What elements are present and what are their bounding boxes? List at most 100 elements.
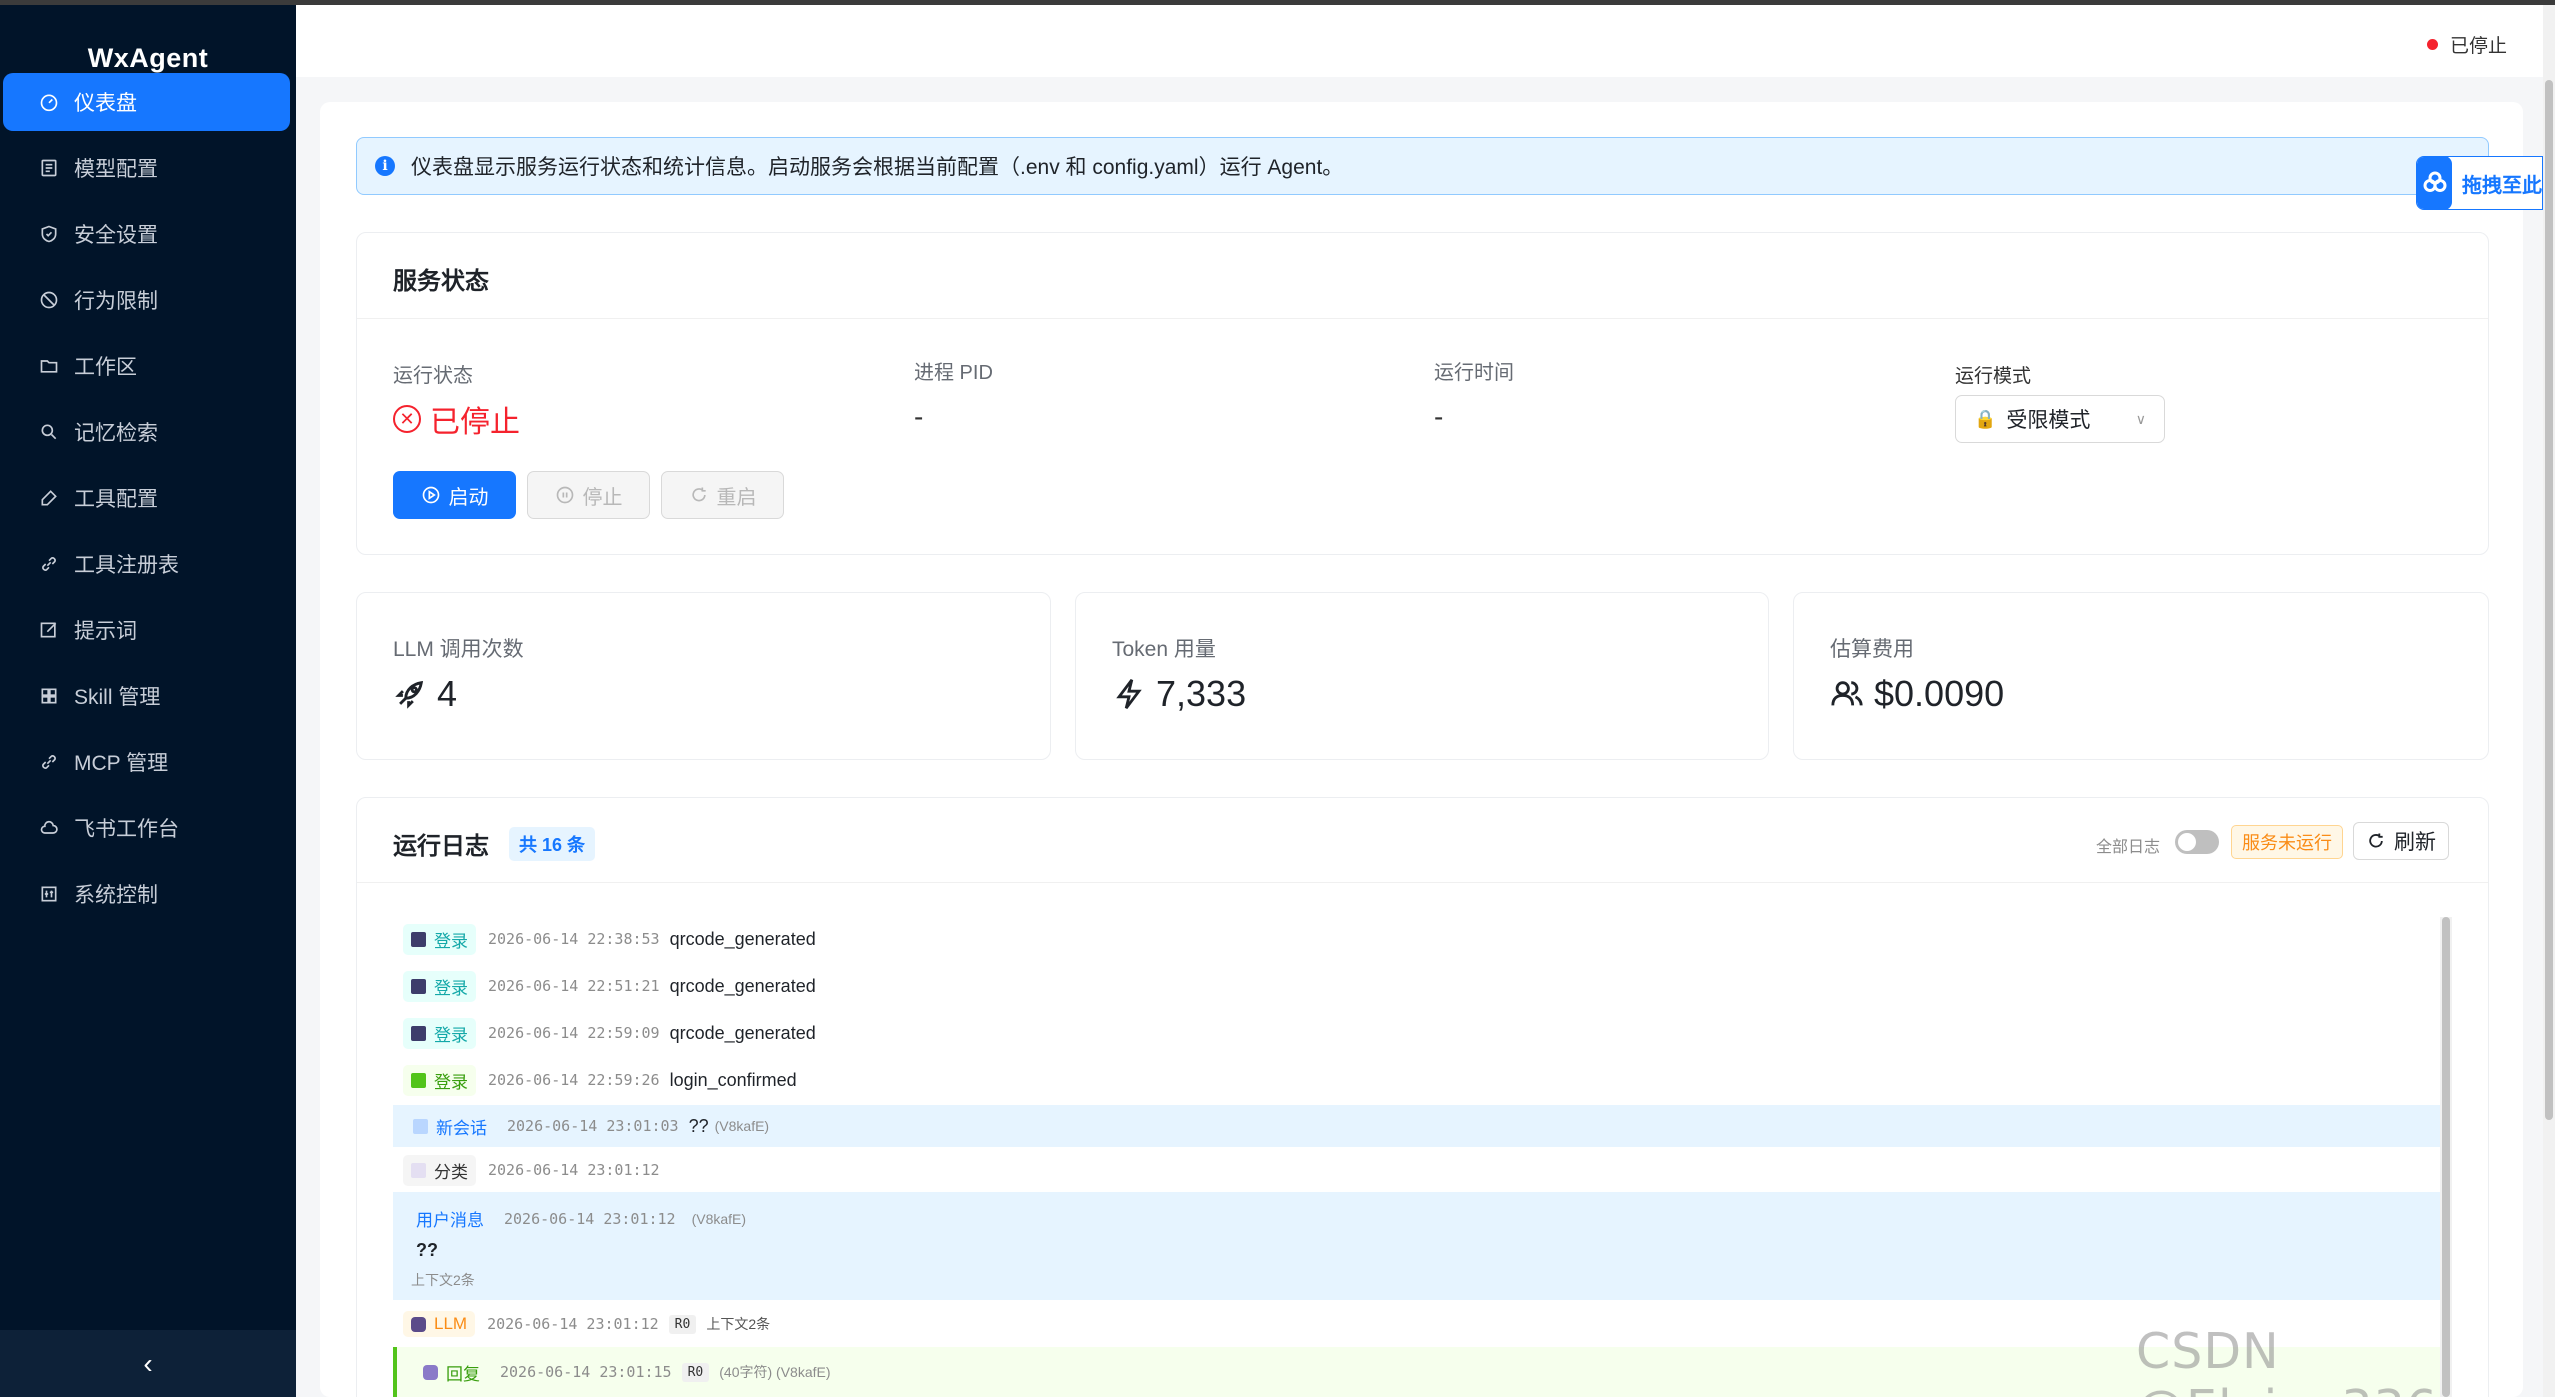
sidebar-collapse-button[interactable]: ‹ — [0, 1330, 296, 1397]
log-tag: 登录 — [403, 1064, 476, 1096]
log-count-badge: 共 16 条 — [509, 827, 596, 861]
log-timestamp: 2026-06-14 22:38:53 — [488, 930, 660, 948]
sidebar-item-label: 提示词 — [74, 620, 137, 643]
chevron-down-icon: ∨ — [2135, 410, 2146, 427]
uptime-label: 运行时间 — [1434, 362, 1514, 384]
sidebar-item-prompts[interactable]: 提示词 — [3, 601, 290, 659]
log-event: login_confirmed — [669, 1069, 797, 1090]
log-row: 新会话 2026-06-14 23:01:03 ?? (V8kafE) — [393, 1105, 2440, 1147]
log-timestamp: 2026-06-14 22:51:21 — [488, 977, 660, 995]
log-tag-text: LLM — [434, 1314, 468, 1333]
sidebar-item-dashboard[interactable]: 仪表盘 — [3, 73, 290, 131]
sidebar-item-label: 行为限制 — [74, 290, 158, 313]
sidebar-item-memory[interactable]: 记忆检索 — [3, 403, 290, 461]
metric-card-llm-calls: LLM 调用次数 4 — [356, 592, 1051, 760]
sidebar-item-limits[interactable]: 行为限制 — [3, 271, 290, 329]
log-tag-text: 登录 — [434, 931, 468, 951]
edit-icon — [38, 619, 60, 641]
sidebar-item-label: MCP 管理 — [74, 752, 169, 775]
sidebar-item-feishu[interactable]: 飞书工作台 — [3, 799, 290, 857]
user-message-context: 上下文2条 — [411, 1272, 475, 1288]
log-tag: 登录 — [403, 970, 476, 1002]
refresh-button-label: 刷新 — [2394, 831, 2436, 854]
user-message-header: 用户消息 2026-06-14 23:01:12 (V8kafE) — [416, 1206, 746, 1231]
page-scrollbar-thumb[interactable] — [2545, 80, 2553, 1120]
log-timestamp: 2026-06-14 22:59:09 — [488, 1024, 660, 1042]
log-session-id: (V8kafE) — [691, 1210, 747, 1227]
link-icon — [38, 553, 60, 575]
mode-label: 运行模式 — [1955, 366, 2032, 387]
start-button[interactable]: 启动 — [393, 471, 516, 519]
log-tag-text: 用户消息 — [416, 1211, 484, 1230]
metric-label: Token 用量 — [1112, 638, 1216, 661]
sidebar-item-system[interactable]: 系统控制 — [3, 865, 290, 923]
metric-card-token-usage: Token 用量 7,333 — [1075, 592, 1769, 760]
metric-label: 估算费用 — [1830, 638, 1914, 661]
run-status-text: 已停止 — [430, 406, 520, 439]
sidebar-item-security[interactable]: 安全设置 — [3, 205, 290, 263]
dashboard-icon — [38, 91, 60, 113]
metric-value-text: $0.0090 — [1874, 673, 2005, 714]
sidebar-item-label: 工具配置 — [74, 488, 158, 511]
log-timestamp: 2026-06-14 22:59:26 — [488, 1071, 660, 1089]
restart-button[interactable]: 重启 — [661, 471, 784, 519]
sidebar-item-mcp[interactable]: MCP 管理 — [3, 733, 290, 791]
log-row: 回复 2026-06-14 23:01:15 R0 (40字符) (V8kafE… — [393, 1347, 2440, 1397]
sidebar-item-tools[interactable]: 工具配置 — [3, 469, 290, 527]
pid-label: 进程 PID — [914, 362, 993, 384]
all-logs-label: 全部日志 — [2096, 839, 2161, 856]
log-tag: 回复 — [423, 1357, 488, 1388]
mode-select-value: 受限模式 — [2006, 409, 2091, 432]
log-row: 分类 2026-06-14 23:01:12 — [403, 1150, 670, 1190]
log-timestamp: 2026-06-14 23:01:15 — [500, 1363, 672, 1381]
drag-drop-widget[interactable]: 拖拽至此 — [2416, 156, 2543, 210]
cloud-icon — [2417, 157, 2452, 209]
sidebar-item-label: Skill 管理 — [74, 686, 161, 709]
log-tag: 登录 — [403, 1017, 476, 1049]
drag-drop-label: 拖拽至此 — [2462, 174, 2542, 197]
metric-card-cost: 估算费用 $0.0090 — [1793, 592, 2489, 760]
user-message-row: 用户消息 2026-06-14 23:01:12 (V8kafE) ?? 上下文… — [393, 1192, 2440, 1300]
log-timestamp: 2026-06-14 23:01:03 — [507, 1117, 679, 1135]
phone-icon — [411, 978, 426, 994]
card-divider — [357, 882, 2488, 883]
all-logs-toggle[interactable] — [2175, 830, 2219, 854]
sidebar: WxAgent 仪表盘 模型配置 安全设置 行为限制 工作区 记忆检索 工具配置… — [0, 5, 296, 1397]
sidebar-item-label: 模型配置 — [74, 158, 158, 181]
sidebar-item-tool-registry[interactable]: 工具注册表 — [3, 535, 290, 593]
run-status-label: 运行状态 — [393, 365, 473, 387]
log-round-badge: R0 — [668, 1314, 697, 1334]
watermark: CSDN @Elaine336 — [2136, 1323, 2437, 1397]
sidebar-item-label: 工作区 — [74, 356, 137, 379]
reload-icon — [691, 487, 706, 502]
log-tag-text: 新会话 — [436, 1118, 487, 1138]
refresh-button[interactable]: 刷新 — [2353, 822, 2449, 860]
sidebar-item-label: 系统控制 — [74, 884, 158, 907]
stop-button[interactable]: 停止 — [527, 471, 650, 519]
log-row: 登录 2026-06-14 22:51:21 qrcode_generated — [403, 966, 816, 1006]
log-event: qrcode_generated — [669, 975, 816, 996]
plug-icon — [38, 751, 60, 773]
info-alert: i 仪表盘显示服务运行状态和统计信息。启动服务会根据当前配置（.env 和 co… — [356, 137, 2489, 195]
phone-icon — [411, 1025, 426, 1041]
log-row: LLM 2026-06-14 23:01:12 R0 上下文2条 — [403, 1304, 770, 1344]
sidebar-item-model[interactable]: 模型配置 — [3, 139, 290, 197]
log-tag-text: 分类 — [434, 1162, 468, 1182]
lock-icon: 🔒 — [1974, 408, 1997, 429]
log-tag: 新会话 — [413, 1111, 495, 1142]
log-tag: 分类 — [403, 1154, 476, 1186]
mode-select[interactable]: 🔒 受限模式 ∨ — [1955, 395, 2165, 443]
model-icon — [38, 157, 60, 179]
log-tag-text: 登录 — [434, 1025, 468, 1045]
run-logs-title: 运行日志 — [393, 833, 489, 860]
pid-value: - — [914, 401, 924, 432]
pause-circle-icon — [556, 486, 573, 504]
sidebar-item-skills[interactable]: Skill 管理 — [3, 667, 290, 725]
info-alert-text: 仪表盘显示服务运行状态和统计信息。启动服务会根据当前配置（.env 和 conf… — [411, 156, 1344, 179]
sidebar-item-workspace[interactable]: 工作区 — [3, 337, 290, 395]
metric-value: $0.0090 — [1830, 673, 2004, 715]
log-event: ?? — [688, 1115, 709, 1136]
header-service-status: 已停止 — [2426, 31, 2507, 58]
sidebar-item-label: 飞书工作台 — [74, 818, 179, 841]
service-state-badge: 服务未运行 — [2231, 825, 2343, 859]
